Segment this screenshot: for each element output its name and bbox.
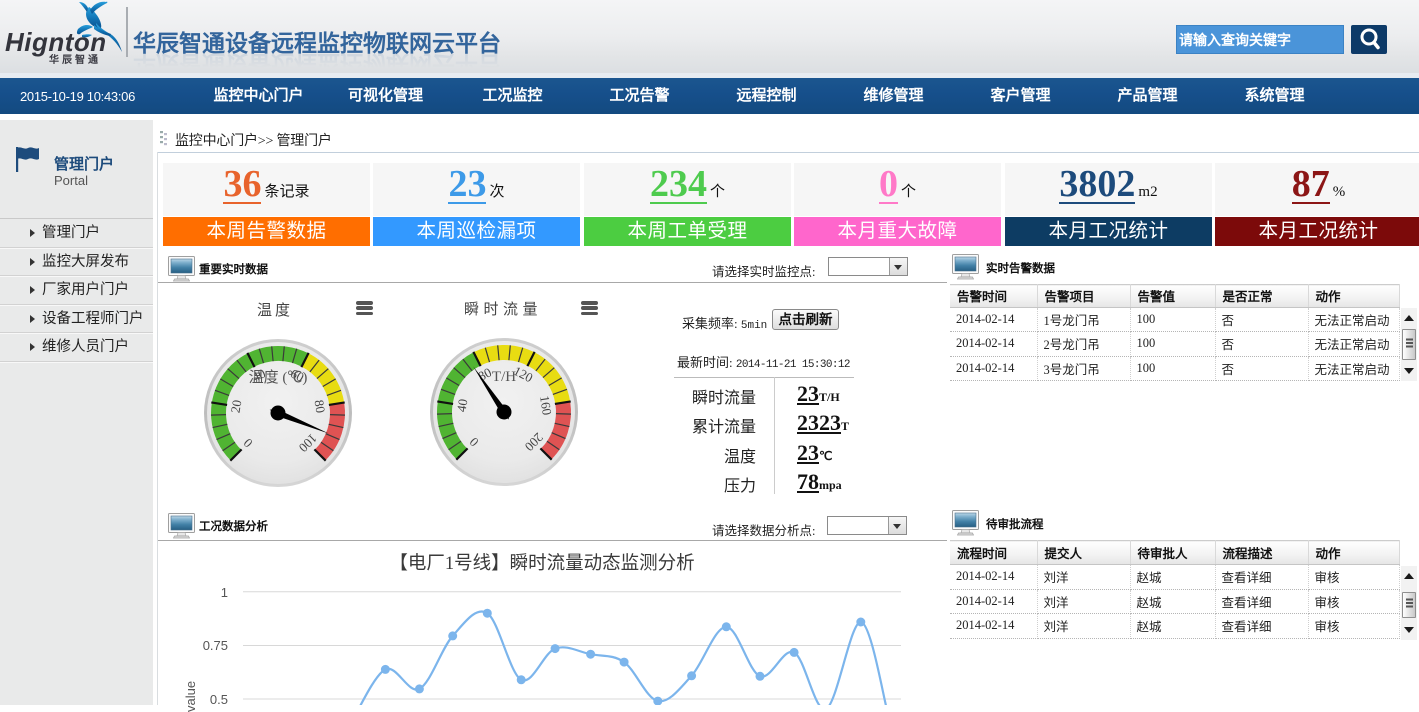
svg-text:80: 80 (312, 399, 329, 414)
svg-text:T/H: T/H (492, 369, 516, 385)
svg-text:20: 20 (228, 399, 245, 414)
svg-text:40: 40 (454, 398, 471, 413)
svg-text:温度 (℃): 温度 (℃) (249, 369, 308, 386)
svg-text:160: 160 (537, 395, 555, 417)
